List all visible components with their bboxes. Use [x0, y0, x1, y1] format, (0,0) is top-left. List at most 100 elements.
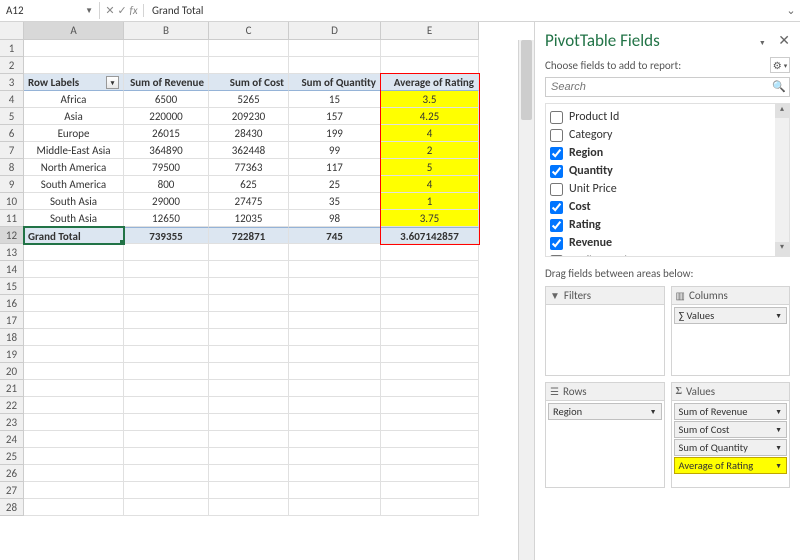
cell[interactable]: [24, 329, 124, 346]
area-pill[interactable]: Sum of Quantity▼: [674, 439, 788, 456]
cell[interactable]: [209, 482, 289, 499]
cell[interactable]: 3.5: [381, 91, 479, 108]
cell[interactable]: [24, 448, 124, 465]
cell[interactable]: [124, 431, 209, 448]
row-header[interactable]: 27: [0, 482, 24, 499]
cell[interactable]: [381, 499, 479, 516]
cell[interactable]: [124, 414, 209, 431]
row-header[interactable]: 8: [0, 159, 24, 176]
field-checkbox[interactable]: [550, 147, 563, 160]
cell[interactable]: 5265: [209, 91, 289, 108]
cell[interactable]: Europe: [24, 125, 124, 142]
cell[interactable]: [289, 40, 381, 57]
cell[interactable]: [124, 482, 209, 499]
cell[interactable]: [381, 482, 479, 499]
cell[interactable]: [289, 261, 381, 278]
cell[interactable]: [24, 295, 124, 312]
row-header[interactable]: 15: [0, 278, 24, 295]
fields-list[interactable]: Product IdCategoryRegionQuantityUnit Pri…: [545, 103, 790, 257]
cell[interactable]: 35: [289, 193, 381, 210]
field-checkbox[interactable]: [550, 183, 563, 196]
expand-formula-bar-icon[interactable]: ⌄: [782, 4, 800, 17]
cell[interactable]: 98: [289, 210, 381, 227]
cell[interactable]: [209, 346, 289, 363]
field-item[interactable]: Profit Margin: [548, 252, 787, 257]
row-header[interactable]: 5: [0, 108, 24, 125]
cell[interactable]: [209, 431, 289, 448]
pill-dropdown-icon[interactable]: ▼: [775, 311, 782, 320]
row-labels-dropdown[interactable]: ▾: [106, 76, 119, 89]
field-search[interactable]: 🔍: [545, 77, 790, 97]
cell[interactable]: [24, 414, 124, 431]
cell[interactable]: [289, 295, 381, 312]
cell[interactable]: [24, 346, 124, 363]
fields-scrollbar[interactable]: ▴ ▾: [775, 104, 789, 256]
cell[interactable]: [381, 363, 479, 380]
cell[interactable]: [289, 329, 381, 346]
cell[interactable]: [24, 40, 124, 57]
cell[interactable]: [24, 482, 124, 499]
cell[interactable]: [24, 499, 124, 516]
area-pill[interactable]: Sum of Revenue▼: [674, 403, 788, 420]
row-header[interactable]: 2: [0, 57, 24, 74]
cell[interactable]: [124, 261, 209, 278]
confirm-icon[interactable]: ✓: [117, 4, 126, 17]
cell[interactable]: Africa: [24, 91, 124, 108]
row-header[interactable]: 4: [0, 91, 24, 108]
row-header[interactable]: 12: [0, 227, 24, 244]
row-header[interactable]: 3: [0, 74, 24, 91]
vertical-scrollbar[interactable]: [518, 40, 534, 560]
cell[interactable]: [124, 244, 209, 261]
cell[interactable]: [381, 40, 479, 57]
area-pill[interactable]: Sum of Cost▼: [674, 421, 788, 438]
name-box-dropdown-icon[interactable]: ▼: [85, 6, 93, 16]
field-checkbox[interactable]: [550, 165, 563, 178]
cell[interactable]: 625: [209, 176, 289, 193]
cell[interactable]: [381, 465, 479, 482]
row-header[interactable]: 1: [0, 40, 24, 57]
cell[interactable]: [381, 397, 479, 414]
cell[interactable]: [289, 57, 381, 74]
cell[interactable]: [209, 448, 289, 465]
row-header[interactable]: 7: [0, 142, 24, 159]
cell[interactable]: [289, 312, 381, 329]
field-item[interactable]: Quantity: [548, 162, 787, 180]
cell[interactable]: [381, 312, 479, 329]
search-input[interactable]: [545, 77, 790, 97]
cell[interactable]: [124, 312, 209, 329]
field-checkbox[interactable]: [550, 111, 563, 124]
cell[interactable]: [289, 380, 381, 397]
cell[interactable]: [24, 57, 124, 74]
cell[interactable]: 77363: [209, 159, 289, 176]
cell[interactable]: [24, 397, 124, 414]
cell[interactable]: 745: [289, 227, 381, 244]
row-header[interactable]: 14: [0, 261, 24, 278]
cell[interactable]: 28430: [209, 125, 289, 142]
cell[interactable]: [24, 278, 124, 295]
cell[interactable]: [289, 431, 381, 448]
field-checkbox[interactable]: [550, 255, 563, 258]
cell[interactable]: [209, 312, 289, 329]
row-header[interactable]: 22: [0, 397, 24, 414]
cell[interactable]: Average of Rating: [381, 74, 479, 91]
row-header[interactable]: 11: [0, 210, 24, 227]
cell[interactable]: [124, 397, 209, 414]
cell[interactable]: 157: [289, 108, 381, 125]
row-header[interactable]: 23: [0, 414, 24, 431]
cell[interactable]: [381, 57, 479, 74]
cell[interactable]: [124, 295, 209, 312]
cell[interactable]: 2: [381, 142, 479, 159]
cell[interactable]: 26015: [124, 125, 209, 142]
field-item[interactable]: Product Id: [548, 108, 787, 126]
pill-dropdown-icon[interactable]: ▼: [775, 443, 782, 452]
area-pill[interactable]: ∑ Values▼: [674, 307, 788, 324]
field-checkbox[interactable]: [550, 201, 563, 214]
pane-menu-icon[interactable]: ▼: [759, 38, 766, 47]
columns-area[interactable]: ▥Columns ∑ Values▼: [671, 286, 791, 376]
cell[interactable]: [289, 397, 381, 414]
cell[interactable]: [381, 448, 479, 465]
cell[interactable]: 5: [381, 159, 479, 176]
cell[interactable]: 209230: [209, 108, 289, 125]
cell[interactable]: [381, 278, 479, 295]
area-pill[interactable]: Average of Rating▼: [674, 457, 788, 474]
